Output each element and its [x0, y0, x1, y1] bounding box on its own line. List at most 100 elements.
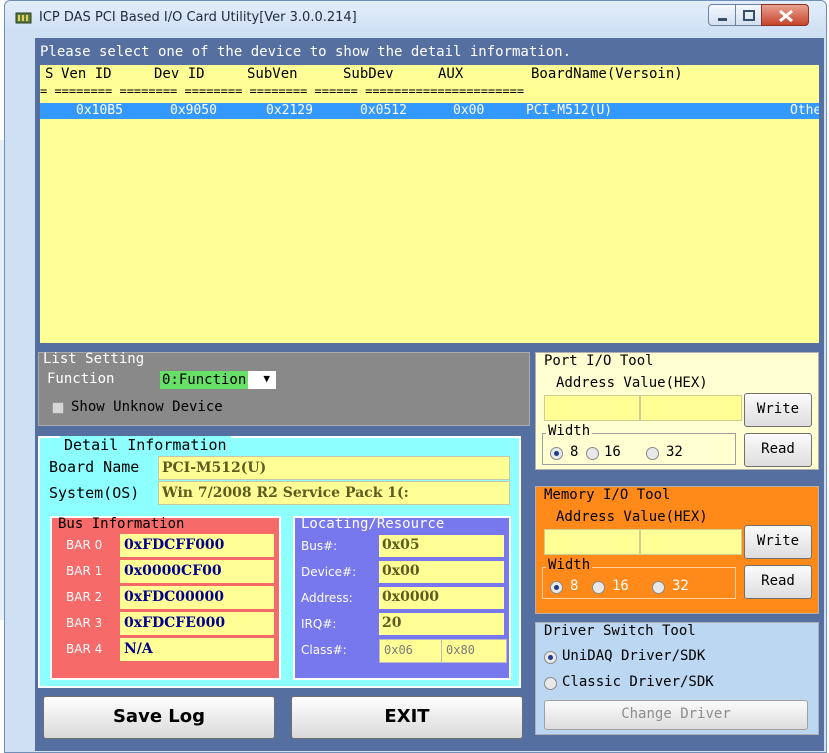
class-value-2: 0x80 — [441, 639, 507, 663]
port-value-input[interactable] — [640, 395, 742, 421]
show-unknown-checkbox[interactable] — [52, 402, 64, 414]
table-row[interactable] — [40, 103, 819, 119]
bar4-value: N/A — [120, 638, 274, 661]
port-width-32-radio[interactable] — [646, 447, 659, 460]
save-log-button[interactable]: Save Log — [43, 696, 275, 739]
close-icon — [779, 9, 793, 23]
memory-read-button[interactable]: Read — [744, 565, 812, 599]
bar1-value: 0x0000CF00 — [120, 560, 274, 583]
bus-information-group: Bus Information BAR 0 BAR 1 BAR 2 BAR 3 … — [50, 516, 281, 680]
memory-address-input[interactable] — [544, 529, 640, 555]
port-width-32-label: 32 — [666, 444, 683, 460]
irq-label: IRQ#: — [301, 617, 337, 631]
row-subdev: 0x0512 — [360, 103, 407, 118]
row-subven: 0x2129 — [266, 103, 313, 118]
device-number-label: Device#: — [301, 565, 357, 579]
port-width-16-radio[interactable] — [586, 447, 599, 460]
memory-io-tool-group: Memory I/O Tool Address Value(HEX) Write… — [535, 486, 819, 614]
board-name-label: Board Name — [49, 458, 140, 476]
port-width-label: Width — [546, 423, 593, 439]
bus-number-label: Bus#: — [301, 539, 338, 553]
maximize-button[interactable] — [735, 4, 762, 26]
port-width-8-label: 8 — [570, 444, 579, 460]
memory-width-8-label: 8 — [570, 578, 579, 594]
header-separator: = ======== ======== ======== ======== ==… — [40, 84, 525, 98]
memory-address-label: Address Value(HEX) — [556, 509, 708, 525]
col-header-aux: AUX — [438, 66, 464, 82]
close-button[interactable] — [761, 4, 809, 26]
port-io-title: Port I/O Tool — [544, 353, 654, 369]
col-header-boardname: BoardName(Versoin) — [531, 66, 683, 82]
address-value: 0x0000 — [379, 587, 504, 609]
function-select[interactable]: 0:Function ▼ — [159, 370, 277, 390]
app-icon — [15, 10, 33, 26]
driver-switch-title: Driver Switch Tool — [544, 623, 696, 639]
locating-title: Locating/Resource — [301, 516, 445, 532]
col-header-dev-id: Dev ID — [154, 66, 205, 82]
port-io-tool-group: Port I/O Tool Address Value(HEX) Write R… — [535, 352, 819, 470]
bar0-label: BAR 0 — [66, 538, 103, 552]
function-label: Function — [47, 371, 115, 387]
memory-width-32-label: 32 — [672, 578, 689, 594]
memory-width-8-radio[interactable] — [550, 581, 563, 594]
list-setting-group: List Setting Function Show Unknow Device — [38, 351, 530, 426]
bus-number-value: 0x05 — [379, 535, 504, 557]
address-label: Address: — [301, 591, 353, 605]
chevron-down-icon: ▼ — [263, 372, 270, 385]
col-header-s: S — [45, 66, 54, 82]
memory-width-16-label: 16 — [612, 578, 629, 594]
memory-width-label: Width — [546, 557, 593, 573]
port-address-label: Address Value(HEX) — [556, 375, 708, 391]
device-list[interactable]: S Ven ID Dev ID SubVen SubDev AUX BoardN… — [40, 65, 819, 343]
row-board-name: PCI-M512(U) — [526, 103, 613, 118]
function-select-value: 0:Function — [160, 371, 249, 389]
row-aux: 0x00 — [453, 103, 485, 118]
system-os-field: Win 7/2008 R2 Service Pack 1(: — [158, 481, 510, 505]
col-header-ven-id: Ven ID — [61, 66, 112, 82]
port-address-input[interactable] — [544, 395, 640, 421]
classic-driver-radio[interactable] — [544, 677, 557, 690]
exit-button[interactable]: EXIT — [291, 696, 523, 739]
bus-title: Bus Information — [58, 516, 185, 532]
memory-width-32-radio[interactable] — [652, 581, 665, 594]
bar3-label: BAR 3 — [66, 616, 103, 630]
driver-switch-tool-group: Driver Switch Tool UniDAQ Driver/SDK Cla… — [535, 622, 819, 735]
window-title: ICP DAS PCI Based I/O Card Utility[Ver 3… — [39, 10, 357, 25]
memory-write-button[interactable]: Write — [744, 525, 812, 559]
list-setting-title: List Setting — [43, 351, 145, 367]
change-driver-button[interactable]: Change Driver — [544, 700, 808, 730]
unidaq-driver-radio[interactable] — [544, 651, 557, 664]
show-unknown-label: Show Unknow Device — [71, 399, 223, 415]
device-number-value: 0x00 — [379, 561, 504, 583]
bar2-label: BAR 2 — [66, 590, 103, 604]
detail-title: Detail Information — [60, 436, 231, 454]
bar3-value: 0xFDCFE000 — [120, 612, 274, 635]
irq-value: 20 — [379, 613, 504, 635]
minimize-button[interactable] — [708, 4, 736, 26]
memory-width-16-radio[interactable] — [592, 581, 605, 594]
memory-value-input[interactable] — [640, 529, 742, 555]
port-width-8-radio[interactable] — [550, 447, 563, 460]
title-bar[interactable]: ICP DAS PCI Based I/O Card Utility[Ver 3… — [5, 1, 826, 35]
bar0-value: 0xFDCFF000 — [120, 534, 274, 557]
col-header-subdev: SubDev — [343, 66, 394, 82]
locating-resource-group: Locating/Resource Bus#: Device#: Address… — [293, 516, 511, 680]
bar1-label: BAR 1 — [66, 564, 103, 578]
board-name-field: PCI-M512(U) — [158, 456, 510, 480]
row-dev-id: 0x9050 — [170, 103, 217, 118]
port-write-button[interactable]: Write — [744, 393, 812, 427]
row-extra: Othe — [790, 103, 819, 118]
row-ven-id: 0x10B5 — [76, 103, 123, 118]
bar4-label: BAR 4 — [66, 642, 103, 656]
col-header-subven: SubVen — [247, 66, 298, 82]
system-os-label: System(OS) — [49, 484, 140, 502]
classic-driver-label: Classic Driver/SDK — [562, 674, 714, 690]
port-width-16-label: 16 — [604, 444, 621, 460]
class-label: Class#: — [301, 643, 347, 657]
class-value-1: 0x06 — [379, 639, 445, 663]
memory-io-title: Memory I/O Tool — [544, 487, 671, 503]
unidaq-driver-label: UniDAQ Driver/SDK — [562, 648, 706, 664]
device-list-hint: Please select one of the device to show … — [40, 44, 572, 60]
bar2-value: 0xFDC00000 — [120, 586, 274, 609]
port-read-button[interactable]: Read — [744, 433, 812, 467]
